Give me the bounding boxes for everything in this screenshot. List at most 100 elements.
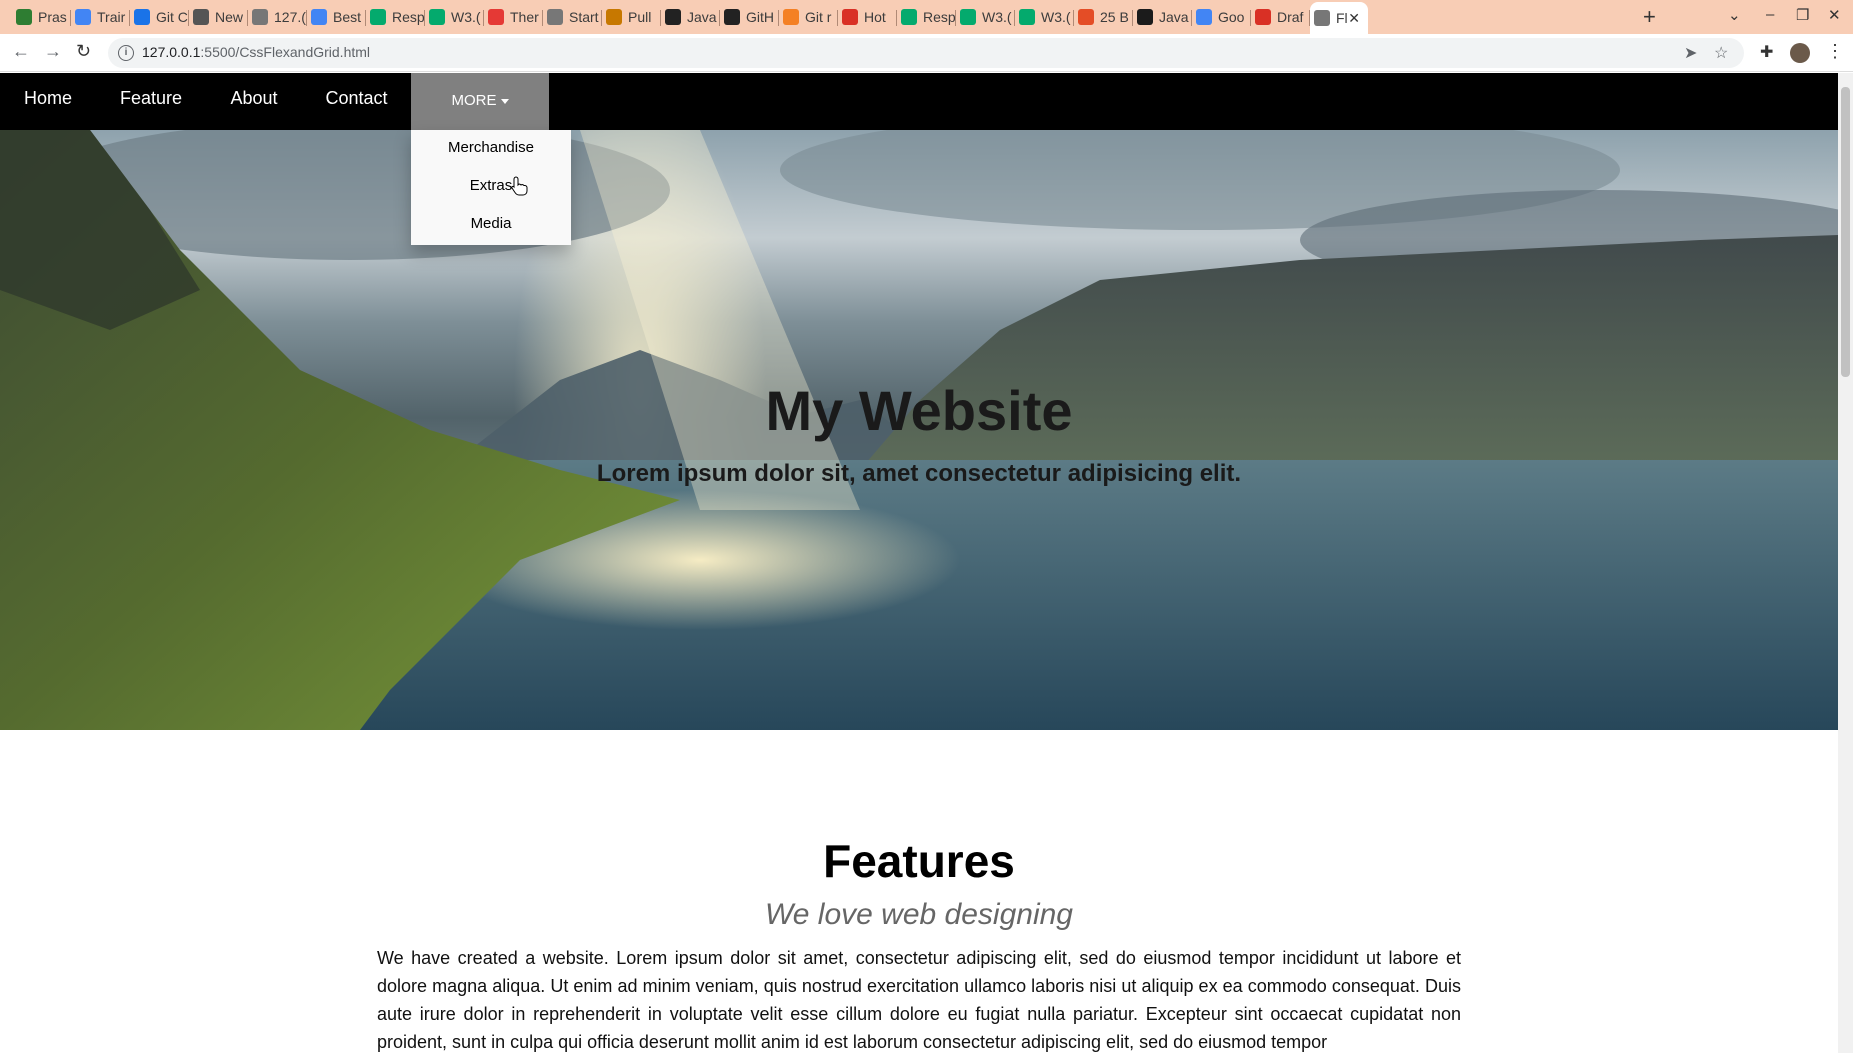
browser-tab[interactable]: Fl ✕ <box>1310 2 1368 34</box>
tab-title: W3.( <box>1041 9 1071 25</box>
globe-icon <box>252 9 268 25</box>
tab-title: Goo <box>1218 9 1245 25</box>
browser-tab[interactable]: Java <box>661 4 720 30</box>
browser-tab[interactable]: W3.( <box>956 4 1015 30</box>
html5-icon <box>1078 9 1094 25</box>
site-info-icon[interactable]: i <box>118 45 134 61</box>
caret-down-icon <box>500 98 509 104</box>
back-icon[interactable]: ← <box>12 41 30 62</box>
browser-toolbar: ← → ↻ i 127.0.0.1:5500/CssFlexandGrid.ht… <box>0 34 1853 72</box>
nav-more-label: MORE <box>451 92 497 109</box>
bookmark-star-icon[interactable]: ☆ <box>1714 43 1728 63</box>
gmail-icon <box>842 9 858 25</box>
scrollbar-thumb[interactable] <box>1841 87 1850 377</box>
nav-contact-link[interactable]: Contact <box>302 73 411 130</box>
profile-avatar[interactable] <box>1790 43 1810 63</box>
browser-tab[interactable]: Pull <box>602 4 661 30</box>
browser-tab[interactable]: GitH <box>720 4 779 30</box>
browser-menu-icon[interactable]: ⋮ <box>1826 41 1844 62</box>
nav-more-dropdown-button[interactable]: MORE <box>411 73 549 130</box>
nav-home-link[interactable]: Home <box>0 73 96 130</box>
globe-icon <box>547 9 563 25</box>
close-window-icon[interactable]: ✕ <box>1828 6 1841 24</box>
triangle-icon <box>134 9 150 25</box>
tab-title: Git r <box>805 9 832 25</box>
send-icon[interactable]: ➤ <box>1684 43 1697 63</box>
tab-title: W3.( <box>451 9 481 25</box>
tab-title: Pull <box>628 9 652 25</box>
close-tab-icon[interactable]: ✕ <box>1348 10 1360 27</box>
tab-title: W3.( <box>982 9 1012 25</box>
site-navbar: Home Feature About Contact MORE <box>0 73 1838 130</box>
nav-feature-link[interactable]: Feature <box>96 73 206 130</box>
gmail-icon <box>1255 9 1271 25</box>
tab-title: Java <box>687 9 717 25</box>
browser-tab[interactable]: Best <box>307 4 366 30</box>
dropdown-item-extras[interactable]: Extras <box>411 168 571 206</box>
features-title: Features <box>823 835 1015 887</box>
bowl-icon <box>606 9 622 25</box>
browser-tab[interactable]: Pras <box>12 4 71 30</box>
url-text[interactable]: 127.0.0.1:5500/CssFlexandGrid.html <box>142 44 370 60</box>
hero-subtitle: Lorem ipsum dolor sit, amet consectetur … <box>596 460 1242 487</box>
tab-title: Hot <box>864 9 886 25</box>
google-icon <box>1196 9 1212 25</box>
tab-title: GitH <box>746 9 774 25</box>
browser-tab[interactable]: Git r <box>779 4 838 30</box>
w3-icon <box>429 9 445 25</box>
browser-tab[interactable]: 25 B <box>1074 4 1133 30</box>
address-bar[interactable]: i 127.0.0.1:5500/CssFlexandGrid.html ➤ ☆ <box>108 38 1744 68</box>
browser-tab[interactable]: W3.( <box>425 4 484 30</box>
globe-icon <box>193 9 209 25</box>
tab-title: New <box>215 9 244 25</box>
tab-title: Git C <box>156 9 188 25</box>
browser-tab[interactable]: Goo <box>1192 4 1251 30</box>
browser-tab[interactable]: Draf <box>1251 4 1310 30</box>
tab-title: Best <box>333 9 362 25</box>
browser-tab[interactable]: Trair <box>71 4 130 30</box>
browser-tab[interactable]: Java <box>1133 4 1192 30</box>
github-icon <box>724 9 740 25</box>
browser-tab[interactable]: Start <box>543 4 602 30</box>
nav-about-link[interactable]: About <box>206 73 302 130</box>
leaf-icon <box>16 9 32 25</box>
tab-title: Resp <box>923 9 956 25</box>
tab-title: Ther <box>510 9 539 25</box>
browser-tab[interactable]: Hot <box>838 4 897 30</box>
extensions-puzzle-icon[interactable]: ✚ <box>1760 42 1773 62</box>
code-icon <box>1137 9 1153 25</box>
forward-icon[interactable]: → <box>44 41 62 62</box>
dropdown-item-merchandise[interactable]: Merchandise <box>411 130 571 168</box>
dropdown-item-media[interactable]: Media <box>411 206 571 244</box>
stack-icon <box>783 9 799 25</box>
w3-icon <box>901 9 917 25</box>
reload-icon[interactable]: ↻ <box>76 41 91 62</box>
restore-icon[interactable]: ❐ <box>1796 6 1809 24</box>
url-path: :5500/CssFlexandGrid.html <box>200 44 371 60</box>
hero-title: My Website <box>765 379 1073 442</box>
browser-tab[interactable]: Resp <box>366 4 425 30</box>
hand-cursor-icon <box>511 176 528 196</box>
globe-icon <box>1314 10 1330 26</box>
page-scrollbar[interactable] <box>1838 73 1853 1053</box>
w3-icon <box>960 9 976 25</box>
wave-icon <box>488 9 504 25</box>
browser-tab[interactable]: Resp <box>897 4 956 30</box>
browser-tab[interactable]: Git C <box>130 4 189 30</box>
tab-search-icon[interactable]: ⌄ <box>1728 6 1741 24</box>
page-viewport: My Website Lorem ipsum dolor sit, amet c… <box>0 73 1838 1053</box>
features-subtitle: We love web designing <box>765 898 1073 931</box>
browser-window: Pras Trair Git C New 127.(Best Resp W3.(Ther St… <box>0 0 1853 1053</box>
minimize-icon[interactable]: – <box>1766 6 1774 23</box>
tab-title: Fl <box>1336 10 1348 26</box>
tab-title: 127.( <box>274 9 306 25</box>
more-dropdown-menu: Merchandise Extras Media <box>411 130 571 245</box>
new-tab-button[interactable]: + <box>1643 4 1656 30</box>
doc-icon <box>75 9 91 25</box>
hero-banner: My Website Lorem ipsum dolor sit, amet c… <box>0 130 1838 730</box>
browser-tab[interactable]: W3.( <box>1015 4 1074 30</box>
browser-tab[interactable]: 127.( <box>248 4 307 30</box>
google-icon <box>311 9 327 25</box>
browser-tab[interactable]: Ther <box>484 4 543 30</box>
browser-tab[interactable]: New <box>189 4 248 30</box>
